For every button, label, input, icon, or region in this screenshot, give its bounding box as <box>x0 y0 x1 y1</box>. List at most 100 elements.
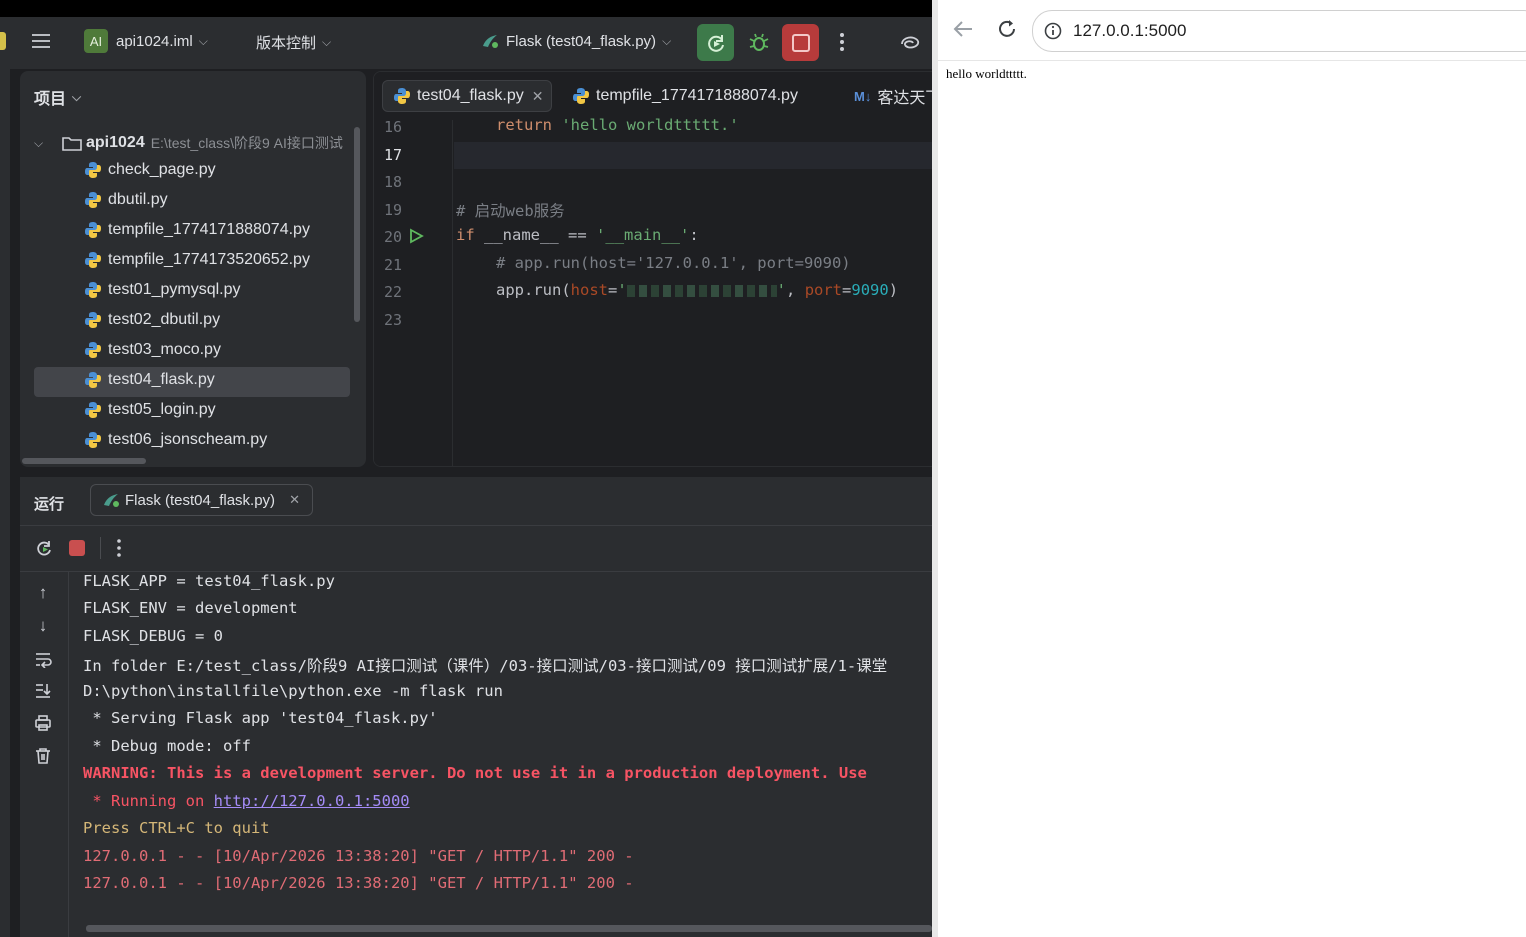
main-menu-icon[interactable] <box>30 30 52 52</box>
running-url-link[interactable]: http://127.0.0.1:5000 <box>214 792 410 810</box>
divider <box>100 537 101 559</box>
string-quote: ' <box>776 281 787 299</box>
string-quote: ' <box>617 281 627 299</box>
project-panel: 项目 ⌵ ⌵ api1024 E:\test_class\阶段9 AI接口测试 … <box>20 71 366 467</box>
tree-file-item[interactable]: test05_login.py <box>84 401 216 419</box>
tab-label: 客达天下 <box>877 90 932 107</box>
python-file-icon <box>394 88 410 104</box>
file-name: dbutil.py <box>108 191 168 208</box>
markdown-icon: M↓ <box>854 88 872 104</box>
tree-file-item[interactable]: test04_flask.py <box>84 371 215 389</box>
stop-button[interactable] <box>782 24 819 61</box>
project-hscrollbar[interactable] <box>22 458 146 464</box>
left-tool-strip <box>0 69 10 937</box>
more-actions-icon[interactable] <box>836 31 848 53</box>
browser-window: 127.0.0.1:5000 hello worldttttt. <box>932 0 1526 937</box>
print-icon[interactable] <box>32 712 54 734</box>
back-icon[interactable] <box>952 18 974 45</box>
editor-tab[interactable]: tempfile_1774171888074.py <box>572 80 798 112</box>
tree-file-item[interactable]: test03_moco.py <box>84 341 221 359</box>
python-file-icon <box>85 252 101 268</box>
tree-file-item[interactable]: test01_pymysql.py <box>84 281 241 299</box>
running-prefix: * Running on <box>83 792 214 810</box>
vcs-selector[interactable]: 版本控制 ⌵ <box>256 32 331 53</box>
console-line: D:\python\installfile\python.exe -m flas… <box>83 682 503 700</box>
editor-tab-active[interactable]: test04_flask.py ✕ <box>382 80 552 112</box>
console-line: WARNING: This is a development server. D… <box>83 764 867 782</box>
tree-file-item[interactable]: tempfile_1774173520652.py <box>84 251 310 269</box>
code-line-19: # 启动web服务 <box>456 199 565 221</box>
address-bar[interactable]: 127.0.0.1:5000 <box>1032 10 1526 52</box>
code-line-22: app.run(host=' ', port=9090) <box>496 281 898 299</box>
project-selector[interactable]: AI api1024.iml ⌵ <box>84 29 208 53</box>
python-file-icon <box>85 432 101 448</box>
gutter-divider <box>452 120 453 466</box>
close-icon[interactable]: ✕ <box>532 88 544 105</box>
soft-wrap-icon[interactable] <box>32 648 54 670</box>
run-panel: 运行 Flask (test04_flask.py) ✕ ↑ ↓ FLASK_A… <box>20 477 932 937</box>
vcs-label: 版本控制 <box>256 35 317 52</box>
console-hscrollbar[interactable] <box>86 925 932 932</box>
tree-file-item[interactable]: test02_dbutil.py <box>84 311 220 329</box>
top-strip <box>0 0 932 17</box>
tree-file-item[interactable]: tempfile_1774171888074.py <box>84 221 310 239</box>
punctuation: ) <box>888 281 899 299</box>
editor-tab-bar: test04_flask.py ✕ tempfile_1774171888074… <box>374 72 932 120</box>
tree-file-item[interactable]: check_page.py <box>84 161 216 179</box>
redacted-text <box>626 284 777 297</box>
console-running-line: * Running on http://127.0.0.1:5000 <box>83 792 410 810</box>
rerun-icon[interactable] <box>34 538 54 563</box>
file-name: test03_moco.py <box>108 341 221 358</box>
project-panel-header[interactable]: 项目 ⌵ <box>34 85 81 109</box>
arrow-down-icon[interactable]: ↓ <box>32 615 54 637</box>
console-line: 127.0.0.1 - - [10/Apr/2026 13:38:20] "GE… <box>83 847 634 865</box>
run-tab[interactable]: Flask (test04_flask.py) ✕ <box>90 484 313 516</box>
tree-file-item[interactable]: test06_jsonscheam.py <box>84 431 267 449</box>
file-name: test04_flask.py <box>108 371 215 388</box>
run-panel-title: 运行 <box>34 496 65 513</box>
tree-file-item[interactable]: dbutil.py <box>84 191 168 209</box>
code-line-16: return 'hello worldttttt.' <box>496 116 739 134</box>
console-line: FLASK_ENV = development <box>83 599 298 617</box>
current-line-highlight <box>454 142 932 169</box>
run-gutter-icon[interactable] <box>408 228 424 249</box>
file-name: tempfile_1774173520652.py <box>108 251 310 268</box>
editor-tab[interactable]: M↓ 客达天下 <box>854 80 932 112</box>
info-icon[interactable] <box>1043 21 1063 41</box>
param-name: port <box>804 281 843 299</box>
rerun-button[interactable] <box>697 24 734 61</box>
run-config-selector[interactable]: Flask (test04_flask.py) ⌵ <box>480 32 671 50</box>
stop-icon[interactable] <box>69 540 85 556</box>
reload-icon[interactable] <box>996 18 1018 45</box>
flask-icon <box>483 35 498 48</box>
console-line: Press CTRL+C to quit <box>83 819 270 837</box>
project-scrollbar[interactable] <box>354 127 360 322</box>
chevron-down-icon: ⌵ <box>72 89 82 104</box>
line-number: 23 <box>383 311 402 329</box>
debug-button[interactable] <box>740 24 777 61</box>
browser-toolbar: 127.0.0.1:5000 <box>938 0 1526 61</box>
ai-assistant-icon[interactable] <box>898 30 922 54</box>
notification-marker <box>0 32 6 50</box>
flask-icon <box>104 494 119 507</box>
close-icon[interactable]: ✕ <box>289 492 300 508</box>
trash-icon[interactable] <box>32 745 54 767</box>
arrow-up-icon[interactable]: ↑ <box>32 582 54 604</box>
function-call: app.run( <box>496 281 571 299</box>
number-literal: 9090 <box>851 281 889 299</box>
code-area[interactable]: 16 17 18 19 20 21 22 23 return 'hello wo… <box>374 116 932 466</box>
tree-root[interactable]: ⌵ api1024 E:\test_class\阶段9 AI接口测试 <box>34 133 343 153</box>
more-actions-icon[interactable] <box>115 538 123 563</box>
address-url: 127.0.0.1:5000 <box>1073 21 1187 40</box>
tab-label: test04_flask.py <box>417 87 524 104</box>
editor-panel: test04_flask.py ✕ tempfile_1774171888074… <box>373 71 932 467</box>
python-file-icon <box>85 372 101 388</box>
scroll-to-end-icon[interactable] <box>32 680 54 702</box>
comment: # 启动web服务 <box>456 202 565 220</box>
python-file-icon <box>85 282 101 298</box>
console-line: * Debug mode: off <box>83 737 251 755</box>
string-literal: '__main__' <box>596 226 690 244</box>
python-file-icon <box>85 222 101 238</box>
chevron-down-icon[interactable]: ⌵ <box>34 136 56 151</box>
chevron-down-icon: ⌵ <box>322 35 332 49</box>
